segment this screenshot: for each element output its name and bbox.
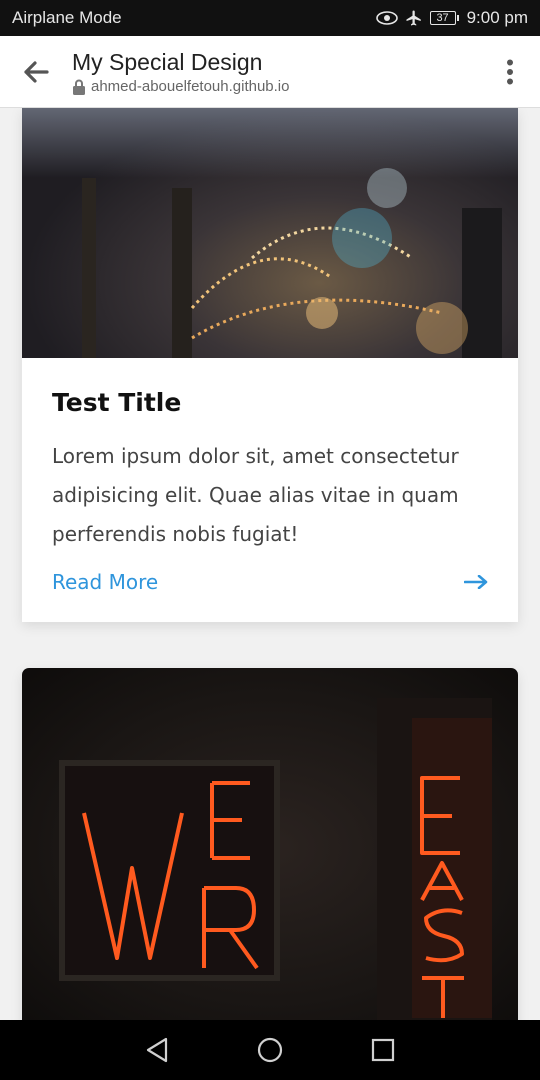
nav-recents-button[interactable] [358, 1025, 408, 1075]
page-title: My Special Design [72, 49, 263, 75]
url-row: ahmed-abouelfetouh.github.io [72, 78, 480, 95]
nav-back-button[interactable] [132, 1025, 182, 1075]
circle-home-icon [257, 1037, 283, 1063]
lock-icon [73, 79, 85, 95]
article-card: Test Title Lorem ipsum dolor sit, amet c… [22, 108, 518, 622]
status-airplane-text: Airplane Mode [12, 8, 122, 27]
card-body: Test Title Lorem ipsum dolor sit, amet c… [22, 358, 518, 594]
card-text: Lorem ipsum dolor sit, amet consectetur … [52, 444, 459, 546]
more-vert-icon [507, 59, 513, 84]
back-button[interactable] [0, 36, 72, 108]
nav-home-button[interactable] [245, 1025, 295, 1075]
page-content[interactable]: Test Title Lorem ipsum dolor sit, amet c… [0, 108, 540, 1020]
browser-toolbar: My Special Design ahmed-abouelfetouh.git… [0, 36, 540, 108]
article-card [22, 668, 518, 1020]
airplane-icon [406, 10, 421, 26]
battery-level: 37 [436, 11, 449, 24]
card-image [22, 108, 518, 358]
arrow-left-icon [24, 60, 49, 83]
photo-neon-sign [59, 698, 492, 1020]
more-menu-button[interactable] [480, 36, 540, 108]
status-bar: Airplane Mode 37 9:00 pm [0, 0, 540, 36]
card-footer: Read More [52, 570, 488, 594]
system-nav-bar [0, 1020, 540, 1080]
read-more-link[interactable]: Read More [52, 570, 158, 594]
square-recents-icon [372, 1038, 395, 1062]
status-icons: 37 9:00 pm [375, 8, 528, 28]
browser-title-block: My Special Design ahmed-abouelfetouh.git… [72, 48, 480, 95]
triangle-back-icon [146, 1037, 167, 1063]
eye-icon [375, 11, 398, 25]
url-text: ahmed-abouelfetouh.github.io [91, 78, 290, 95]
status-time: 9:00 pm [466, 8, 528, 27]
card-image [22, 668, 518, 1020]
card-title: Test Title [52, 388, 182, 417]
battery-icon: 37 [429, 11, 459, 25]
photo-bokeh-lights [22, 108, 518, 358]
arrow-right-icon[interactable] [464, 575, 488, 589]
